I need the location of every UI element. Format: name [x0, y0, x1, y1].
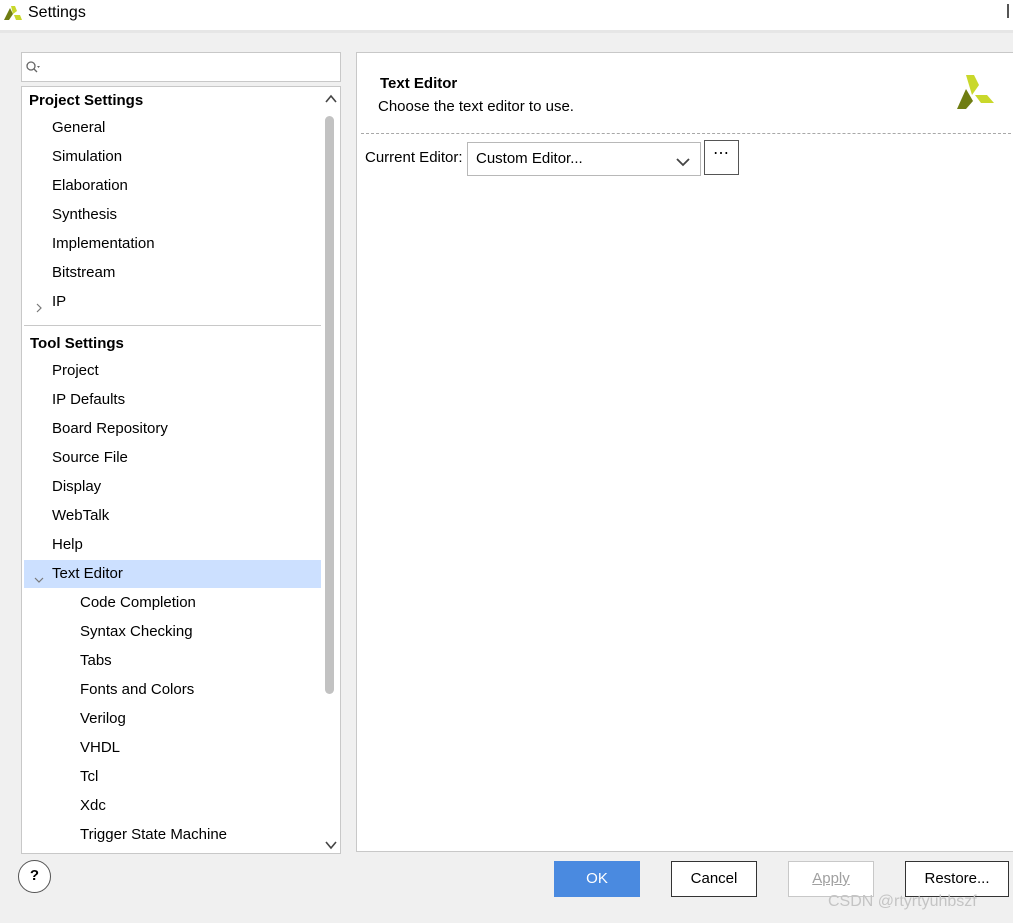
tree-item-verilog[interactable]: Verilog: [24, 705, 321, 733]
tree-item-ip-defaults[interactable]: IP Defaults: [24, 386, 321, 414]
tree-item-tcl[interactable]: Tcl: [24, 763, 321, 791]
tree-item-label: General: [52, 119, 106, 136]
tree-item-webtalk[interactable]: WebTalk: [24, 502, 321, 530]
tree-item-code-completion[interactable]: Code Completion: [24, 589, 321, 617]
chevron-down-icon: [676, 154, 690, 171]
tree-item-label: Xdc: [80, 797, 106, 814]
current-editor-value: Custom Editor...: [476, 150, 583, 167]
browse-editor-button[interactable]: ⋯: [704, 140, 739, 175]
tree-item-label: Bitstream: [52, 264, 116, 281]
tree-item-label: Project: [52, 362, 99, 379]
window-title: Settings: [28, 4, 86, 21]
tree-item-label: Help: [52, 536, 83, 553]
apply-button[interactable]: Apply: [788, 861, 874, 897]
tree-item-label: Synthesis: [52, 206, 118, 223]
tree-header-tool-settings: Tool Settings: [24, 330, 321, 358]
search-box[interactable]: [21, 52, 341, 82]
tree-item-label: Source File: [52, 449, 128, 466]
current-editor-label: Current Editor:: [365, 149, 463, 166]
tree-item-simulation[interactable]: Simulation: [24, 143, 321, 171]
tree-item-ip[interactable]: IP: [24, 288, 321, 316]
tree-item-help[interactable]: Help: [24, 531, 321, 559]
tree-header-project-settings: Project Settings: [24, 87, 321, 115]
scroll-down-arrow-icon[interactable]: [325, 837, 337, 850]
tree-item-label: WebTalk: [52, 507, 110, 524]
tree-item-synthesis[interactable]: Synthesis: [24, 201, 321, 229]
tree-item-label: Verilog: [80, 710, 126, 727]
vivado-logo-icon: [957, 75, 995, 115]
current-editor-dropdown[interactable]: Custom Editor...: [467, 142, 701, 176]
tree-item-label: IP: [52, 293, 67, 310]
panel-title: Text Editor: [380, 75, 458, 92]
title-bar: Settings: [0, 0, 1013, 30]
tree-item-display[interactable]: Display: [24, 473, 321, 501]
scroll-thumb[interactable]: [325, 116, 334, 694]
settings-tree: Project Settings General Simulation Elab…: [21, 86, 341, 854]
help-button[interactable]: ?: [18, 860, 51, 893]
tree-item-project[interactable]: Project: [24, 357, 321, 385]
title-separator: [0, 30, 1013, 33]
scroll-up-arrow-icon[interactable]: [325, 91, 337, 103]
tree-item-xdc[interactable]: Xdc: [24, 792, 321, 820]
tree-header-label: Project Settings: [29, 92, 144, 109]
tree-item-trigger-state-machine[interactable]: Trigger State Machine: [24, 821, 321, 849]
tree-item-tabs[interactable]: Tabs: [24, 647, 321, 675]
tree-item-label: Simulation: [52, 148, 123, 165]
tree-item-syntax-checking[interactable]: Syntax Checking: [24, 618, 321, 646]
tree-item-label: Syntax Checking: [80, 623, 193, 640]
ok-button[interactable]: OK: [554, 861, 640, 897]
tree-item-fonts-and-colors[interactable]: Fonts and Colors: [24, 676, 321, 704]
tree-scrollbar[interactable]: [322, 87, 340, 853]
tree-item-label: Fonts and Colors: [80, 681, 195, 698]
search-icon: [26, 61, 40, 79]
tree-item-label: Tabs: [80, 652, 112, 669]
tree-item-label: Code Completion: [80, 594, 196, 611]
search-input[interactable]: [44, 56, 334, 78]
chevron-down-icon[interactable]: [33, 568, 45, 583]
restore-button[interactable]: Restore...: [905, 861, 1009, 897]
tree-item-label: Text Editor: [52, 565, 123, 582]
tree-group-separator: [24, 325, 321, 326]
tree-item-label: Tcl: [80, 768, 99, 785]
tree-header-label: Tool Settings: [30, 335, 124, 352]
cancel-button[interactable]: Cancel: [671, 861, 757, 897]
watermark: CSDN @rtyrtyuhbszf: [828, 893, 977, 910]
tree-item-board-repository[interactable]: Board Repository: [24, 415, 321, 443]
tree-item-label: Elaboration: [52, 177, 128, 194]
panel-separator: [361, 133, 1011, 134]
chevron-right-icon[interactable]: [33, 296, 45, 313]
xilinx-logo-icon: [4, 4, 22, 26]
panel-description: Choose the text editor to use.: [378, 98, 574, 115]
close-button-edge[interactable]: [1007, 4, 1013, 18]
tree-item-implementation[interactable]: Implementation: [24, 230, 321, 258]
tree-item-label: Board Repository: [52, 420, 168, 437]
tree-item-bitstream[interactable]: Bitstream: [24, 259, 321, 287]
tree-item-label: Implementation: [52, 235, 155, 252]
tree-item-source-file[interactable]: Source File: [24, 444, 321, 472]
tree-item-label: IP Defaults: [52, 391, 126, 408]
tree-item-text-editor[interactable]: Text Editor: [24, 560, 321, 588]
tree-item-label: Trigger State Machine: [80, 826, 228, 843]
tree-item-general[interactable]: General: [24, 114, 321, 142]
tree-item-elaboration[interactable]: Elaboration: [24, 172, 321, 200]
tree-item-label: VHDL: [80, 739, 121, 756]
tree-item-label: Display: [52, 478, 102, 495]
tree-item-vhdl[interactable]: VHDL: [24, 734, 321, 762]
text-editor-panel: Text Editor Choose the text editor to us…: [356, 52, 1013, 852]
